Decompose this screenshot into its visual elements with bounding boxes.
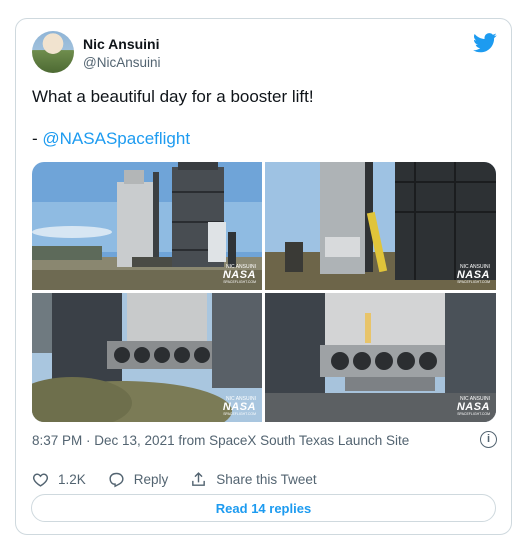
avatar[interactable] xyxy=(32,31,74,73)
read-replies-button[interactable]: Read 14 replies xyxy=(31,494,496,522)
watermark-sub: SPACEFLIGHT.COM xyxy=(457,411,490,416)
watermark-sub: SPACEFLIGHT.COM xyxy=(223,279,256,284)
photo-watermark: NIC ANSUINI NASA SPACEFLIGHT.COM xyxy=(222,264,256,285)
author-name[interactable]: Nic Ansuini xyxy=(83,36,160,52)
watermark-logo: NASA xyxy=(222,268,256,281)
author-handle[interactable]: @NicAnsuini xyxy=(83,55,160,70)
reply-button[interactable]: Reply xyxy=(108,471,169,488)
media-grid: NIC ANSUINI NASA SPACEFLIGHT.COM NIC ANS… xyxy=(32,162,496,422)
share-icon xyxy=(192,471,206,486)
info-icon[interactable]: i xyxy=(480,431,497,448)
watermark-sub: SPACEFLIGHT.COM xyxy=(223,411,256,416)
action-bar: 1.2K Reply Share this Tweet xyxy=(32,469,339,489)
tweet-card: Nic Ansuini @NicAnsuini What a beautiful… xyxy=(15,18,512,535)
share-label: Share this Tweet xyxy=(216,471,317,487)
heart-icon xyxy=(32,472,49,487)
watermark-logo: NASA xyxy=(456,400,490,413)
photo-2[interactable]: NIC ANSUINI NASA SPACEFLIGHT.COM xyxy=(265,162,496,290)
photo-1[interactable]: NIC ANSUINI NASA SPACEFLIGHT.COM xyxy=(32,162,262,290)
share-button[interactable]: Share this Tweet xyxy=(190,471,317,488)
twitter-bird-icon[interactable] xyxy=(473,33,497,53)
reply-label: Reply xyxy=(133,471,169,487)
tweet-timestamp[interactable]: 8:37 PM · Dec 13, 2021 from SpaceX South… xyxy=(32,433,409,448)
like-button[interactable]: 1.2K xyxy=(32,471,86,488)
watermark-sub: SPACEFLIGHT.COM xyxy=(457,279,490,284)
watermark-logo: NASA xyxy=(456,268,490,281)
watermark-logo: NASA xyxy=(222,400,256,413)
tweet-text: What a beautiful day for a booster lift! xyxy=(32,87,314,106)
reply-icon xyxy=(109,472,124,487)
photo-watermark: NIC ANSUINI NASA SPACEFLIGHT.COM xyxy=(456,396,490,417)
photo-3[interactable]: NIC ANSUINI NASA SPACEFLIGHT.COM xyxy=(32,293,262,422)
credit-prefix: - xyxy=(32,129,43,148)
mention-link[interactable]: @NASASpaceflight xyxy=(42,129,190,148)
photo-watermark: NIC ANSUINI NASA SPACEFLIGHT.COM xyxy=(222,396,256,417)
photo-4[interactable]: NIC ANSUINI NASA SPACEFLIGHT.COM xyxy=(265,293,496,422)
photo-watermark: NIC ANSUINI NASA SPACEFLIGHT.COM xyxy=(456,264,490,285)
tweet-credit: - @NASASpaceflight xyxy=(32,129,190,149)
like-count: 1.2K xyxy=(58,471,86,487)
